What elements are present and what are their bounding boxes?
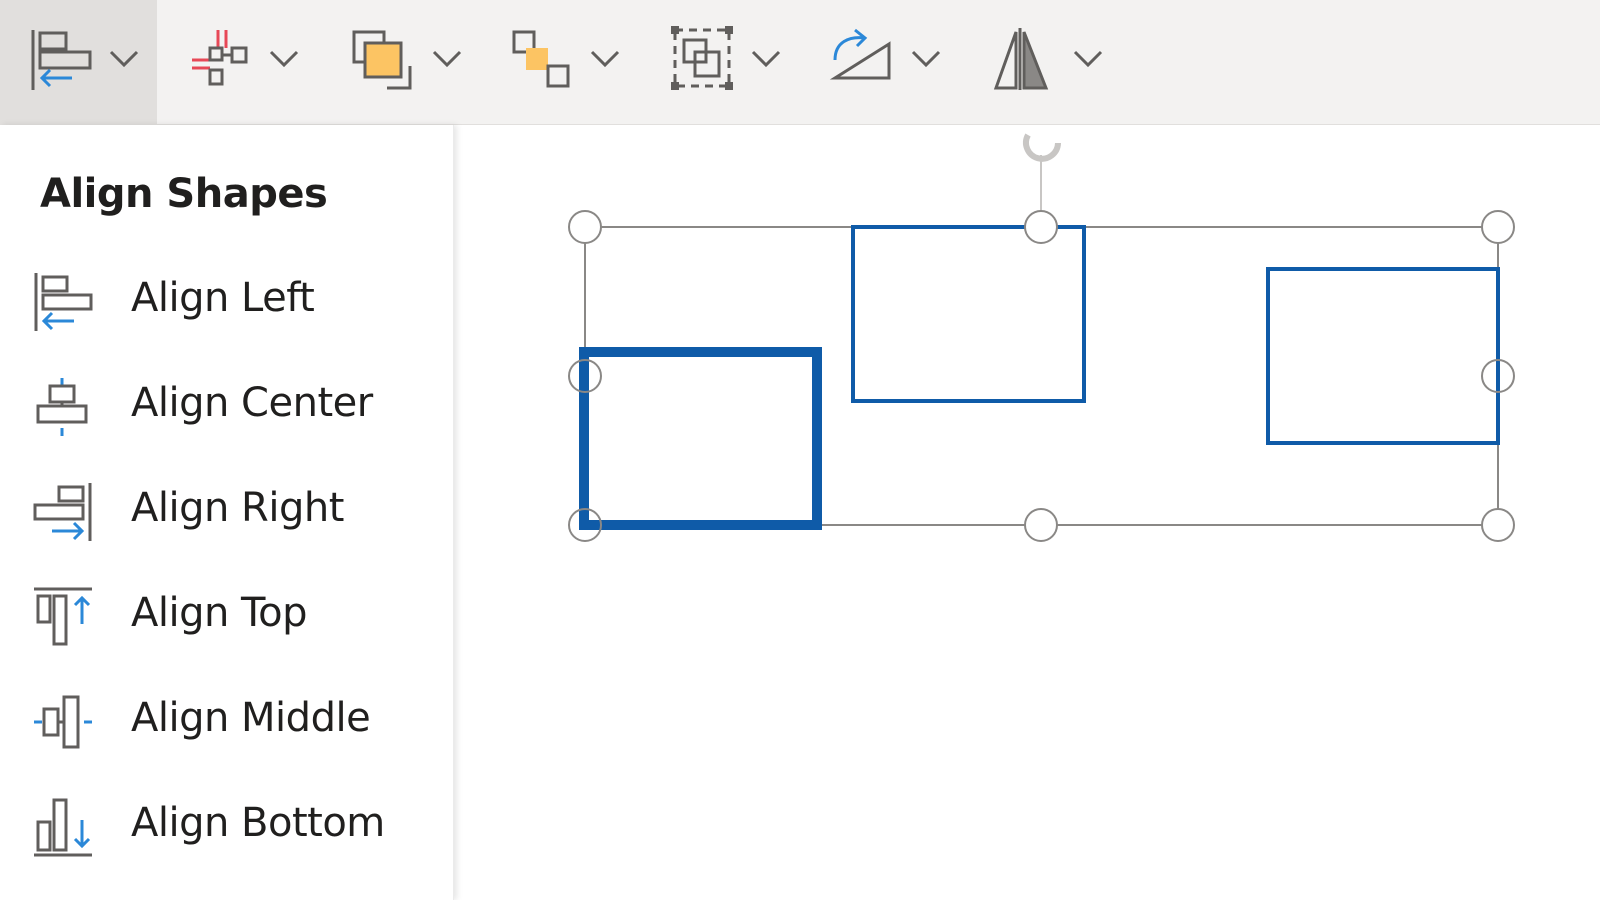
align-middle-icon xyxy=(34,695,92,749)
menu-item-align-left[interactable]: Align Left xyxy=(0,249,453,353)
distribute-button[interactable] xyxy=(170,0,320,124)
shape-rectangle[interactable] xyxy=(1266,267,1500,445)
menu-item-label: Align Left xyxy=(131,275,315,321)
menu-item-align-middle[interactable]: Align Middle xyxy=(0,669,453,773)
flip-button[interactable] xyxy=(978,0,1128,124)
chevron-down-icon xyxy=(109,50,139,68)
shape-rectangle-selected[interactable] xyxy=(579,347,822,530)
menu-item-align-right[interactable]: Align Right xyxy=(0,459,453,563)
slide-canvas[interactable] xyxy=(453,125,1600,900)
rotate-button[interactable] xyxy=(817,0,967,124)
align-left-icon xyxy=(34,273,93,331)
chevron-down-icon xyxy=(751,50,781,68)
chevron-down-icon xyxy=(1073,50,1103,68)
menu-item-align-bottom[interactable]: Align Bottom xyxy=(0,774,453,878)
shape-rectangle[interactable] xyxy=(851,225,1086,403)
chevron-down-icon xyxy=(269,50,299,68)
align-right-icon xyxy=(33,483,92,541)
menu-item-label: Align Top xyxy=(131,590,308,636)
menu-title: Align Shapes xyxy=(40,171,328,217)
menu-item-align-top[interactable]: Align Top xyxy=(0,564,453,668)
chevron-down-icon xyxy=(432,50,462,68)
align-center-icon xyxy=(36,378,88,436)
rotation-handle[interactable] xyxy=(1023,133,1061,215)
resize-handles[interactable] xyxy=(568,210,1515,542)
align-top-icon xyxy=(34,587,92,646)
menu-item-label: Align Middle xyxy=(131,695,371,741)
menu-item-label: Align Right xyxy=(131,485,344,531)
menu-item-label: Align Bottom xyxy=(131,800,385,846)
align-button[interactable] xyxy=(0,0,157,124)
selection-box xyxy=(584,226,1499,526)
align-shapes-menu: Align Shapes Align Left Align Center Ali… xyxy=(0,125,454,900)
align-bottom-icon xyxy=(34,798,92,857)
chevron-down-icon xyxy=(590,50,620,68)
bring-forward-button[interactable] xyxy=(332,0,482,124)
menu-item-align-center[interactable]: Align Center xyxy=(0,354,453,458)
toolbar xyxy=(0,0,1600,125)
menu-item-label: Align Center xyxy=(131,380,373,426)
group-button[interactable] xyxy=(655,0,805,124)
send-backward-button[interactable] xyxy=(494,0,644,124)
chevron-down-icon xyxy=(911,50,941,68)
